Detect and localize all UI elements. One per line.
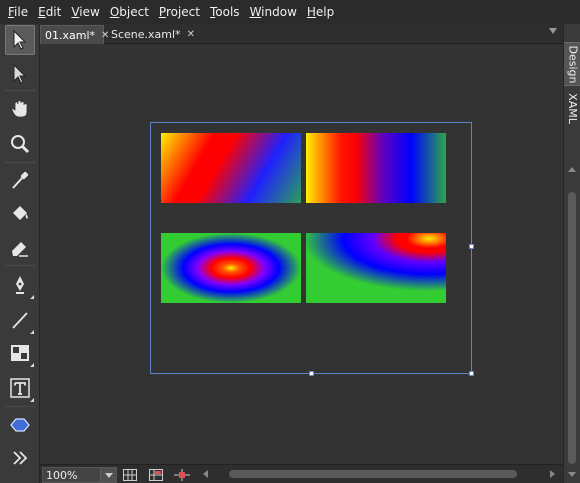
design-artboard[interactable] (40, 45, 563, 464)
view-switcher-panel: Design XAML (563, 24, 580, 483)
toolbox-separator (4, 90, 36, 91)
show-grid-button[interactable] (120, 466, 140, 483)
scroll-left-arrow-icon[interactable] (203, 470, 208, 478)
menu-tools[interactable]: Tools (205, 0, 245, 24)
toolbox-separator (4, 162, 36, 163)
text-icon (10, 378, 30, 398)
pan-tool-button[interactable] (5, 94, 35, 124)
magnifier-icon (11, 135, 30, 154)
paint-bucket-icon (13, 206, 28, 220)
snap-to-snaplines-button[interactable] (172, 466, 192, 483)
asset-library-tool-button[interactable] (5, 443, 35, 473)
tab-label: 01.xaml* (45, 28, 96, 42)
chevron-down-icon[interactable] (100, 468, 116, 482)
selection-tool-button[interactable] (5, 25, 35, 55)
tab-xaml[interactable]: XAML (564, 88, 580, 128)
resize-handle-right[interactable] (469, 244, 474, 249)
brush-transform-tool-button[interactable] (5, 232, 35, 262)
shape-tool-button[interactable] (5, 410, 35, 440)
status-bar: 100% (40, 464, 563, 483)
vertical-scrollbar-thumb[interactable] (568, 192, 576, 464)
scroll-up-arrow-icon[interactable] (568, 167, 576, 172)
flyout-indicator (30, 330, 34, 334)
pen-tool-button[interactable] (5, 270, 35, 300)
toolbox-separator (4, 265, 36, 266)
grid-icon (123, 468, 137, 481)
flyout-indicator (30, 398, 34, 402)
xaml-tab-label: XAML (566, 92, 579, 124)
tab-list-dropdown-icon[interactable] (549, 28, 557, 34)
radial-gradient-rectangle[interactable] (161, 233, 301, 303)
line-tool-button[interactable] (5, 305, 35, 335)
grid-panel-icon (11, 345, 29, 361)
menu-project[interactable]: Project (154, 0, 205, 24)
flyout-indicator (30, 295, 34, 299)
design-tab-label: Design (566, 45, 580, 83)
diagonal-linear-gradient-rectangle[interactable] (161, 133, 301, 203)
paint-bucket-tool-button[interactable] (5, 198, 35, 228)
tab-design[interactable]: Design (564, 42, 580, 86)
zoom-tool-button[interactable] (5, 129, 35, 159)
snap-to-grid-button[interactable] (146, 466, 166, 483)
tab-label: Scene.xaml* (111, 28, 181, 41)
offset-radial-gradient-rectangle[interactable] (306, 233, 446, 303)
horizontal-scrollbar-thumb[interactable] (229, 470, 517, 478)
tab-scene-xaml[interactable]: Scene.xaml* ✕ (107, 25, 195, 44)
menu-view[interactable]: View (66, 0, 104, 24)
zoom-combobox[interactable]: 100% (42, 467, 117, 483)
toolbox (0, 24, 40, 483)
hand-icon (11, 100, 28, 118)
menu-edit[interactable]: Edit (33, 0, 66, 24)
zoom-value: 100% (46, 468, 78, 482)
document-tab-strip: 01.xaml* ✕ Scene.xaml* ✕ (40, 24, 563, 44)
snap-grid-icon (149, 468, 163, 481)
layout-panel-tool-button[interactable] (5, 338, 35, 368)
direct-select-arrow-icon (13, 63, 27, 84)
eraser-icon (12, 242, 28, 257)
scroll-down-arrow-icon[interactable] (568, 472, 576, 477)
menu-window[interactable]: Window (245, 0, 302, 24)
toolbox-separator (4, 406, 36, 407)
chevron-double-right-icon (13, 451, 28, 465)
resize-handle-bottom[interactable] (309, 371, 314, 376)
eyedropper-icon (12, 171, 29, 189)
menu-bar: File Edit View Object Project Tools Wind… (0, 0, 580, 24)
tab-01-xaml[interactable]: 01.xaml* ✕ (40, 25, 109, 44)
horizontal-linear-gradient-rectangle[interactable] (306, 133, 446, 203)
menu-help[interactable]: Help (302, 0, 339, 24)
scroll-right-arrow-icon[interactable] (550, 470, 555, 478)
direct-selection-tool-button[interactable] (5, 59, 35, 89)
menu-file[interactable]: File (3, 0, 33, 24)
resize-handle-corner[interactable] (469, 371, 474, 376)
eyedropper-tool-button[interactable] (5, 165, 35, 195)
snapline-icon (174, 468, 190, 481)
pen-nib-icon (16, 276, 24, 294)
close-icon[interactable]: ✕ (187, 29, 195, 40)
menu-object[interactable]: Object (105, 0, 154, 24)
line-icon (12, 312, 28, 329)
blue-hexagon-shape-icon (10, 418, 30, 432)
arrow-cursor-icon (13, 29, 27, 50)
text-tool-button[interactable] (5, 373, 35, 403)
flyout-indicator (30, 363, 34, 367)
